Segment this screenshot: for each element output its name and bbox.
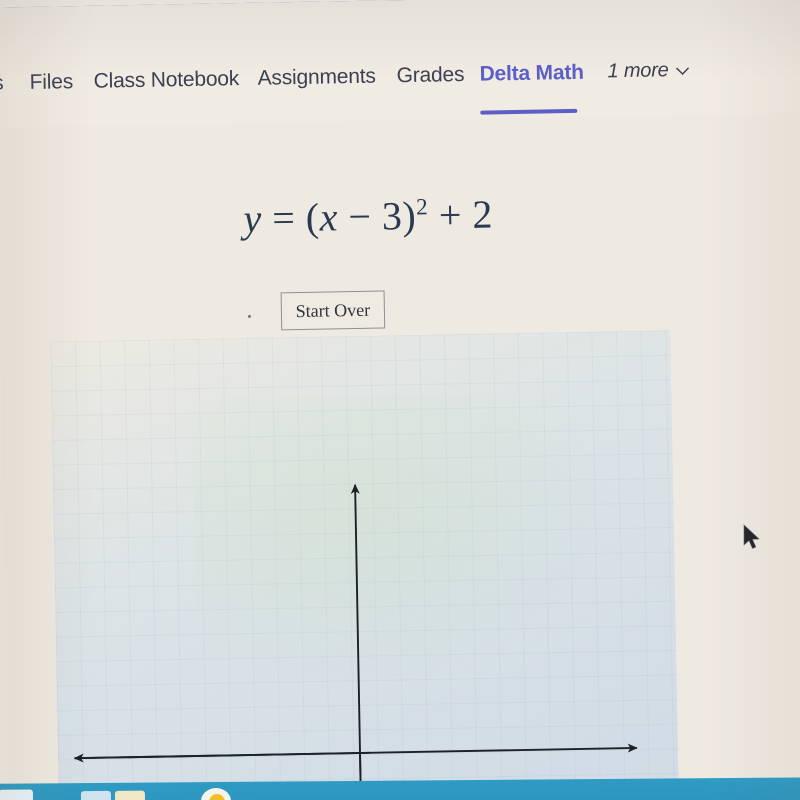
delta-math-content-pane: y = (x − 3)2 + 2 Start Over: [0, 111, 800, 800]
tab-posts-label: osts: [0, 71, 4, 96]
tab-posts[interactable]: osts: [0, 71, 4, 96]
coordinate-graph[interactable]: [50, 330, 682, 800]
tab-assignments[interactable]: Assignments: [257, 65, 375, 91]
active-tab-underline: [480, 108, 578, 115]
channel-tab-bar: osts Files Class Notebook Assignments Grades…: [0, 41, 800, 121]
page-body: osts Files Class Notebook Assignments Grades…: [0, 0, 800, 800]
equation-minus: −: [347, 193, 372, 240]
tab-class-notebook-label: Class Notebook: [93, 67, 240, 93]
equation-open-paren: (: [305, 194, 321, 240]
tab-files[interactable]: Files: [29, 70, 73, 95]
equation-variable: x: [319, 194, 339, 240]
tab-delta-math[interactable]: Delta Math: [479, 61, 584, 87]
tab-assignments-label: Assignments: [257, 64, 376, 90]
stray-speck: [247, 314, 252, 318]
taskbar-icon-2[interactable]: [80, 790, 112, 800]
tab-files-label: Files: [29, 70, 74, 94]
tab-more-menu[interactable]: 1 more: [607, 59, 690, 83]
tab-class-notebook[interactable]: Class Notebook: [93, 67, 239, 94]
equation-shift: 3: [381, 193, 403, 239]
page-skew-wrapper: osts Files Class Notebook Assignments Grades…: [0, 0, 800, 800]
start-over-label: Start Over: [295, 299, 371, 321]
tab-grades[interactable]: Grades: [396, 63, 464, 88]
taskbar-icon-1[interactable]: [0, 789, 34, 800]
screen-photo: osts Files Class Notebook Assignments Grades…: [0, 0, 800, 800]
mouse-pointer-icon: [743, 524, 760, 549]
start-over-button[interactable]: Start Over: [280, 290, 386, 331]
equation-exponent: 2: [415, 194, 429, 221]
chevron-down-icon: [676, 67, 690, 75]
equation-constant: 2: [471, 191, 494, 237]
tab-more-menu-label: 1 more: [607, 59, 669, 83]
graph-vector-layer: [73, 483, 638, 800]
equation-plus: +: [438, 192, 463, 238]
problem-equation: y = (x − 3)2 + 2: [0, 186, 739, 247]
tab-delta-math-label: Delta Math: [479, 60, 584, 86]
taskbar-icon-3[interactable]: [114, 790, 146, 800]
tab-grades-label: Grades: [396, 62, 465, 88]
equation-close-paren: ): [402, 192, 417, 239]
equation-equals: =: [271, 195, 296, 241]
equation-lhs: y: [243, 195, 263, 242]
